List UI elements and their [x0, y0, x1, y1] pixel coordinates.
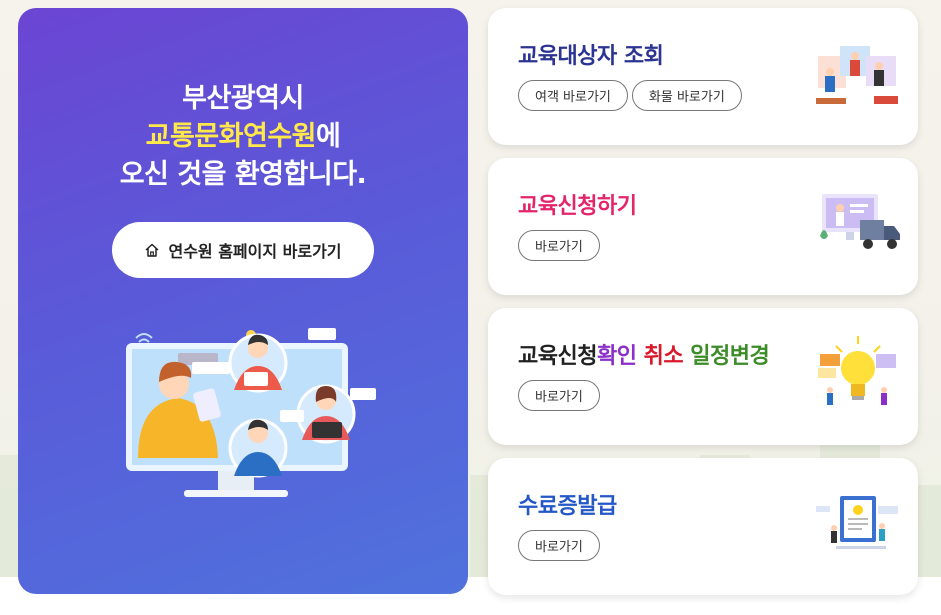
hero-title-line1: 부산광역시: [182, 83, 304, 114]
certificate-link-button[interactable]: 바로가기: [518, 530, 600, 561]
passenger-link-button[interactable]: 여객 바로가기: [518, 80, 628, 111]
lightbulb-icon: [818, 336, 896, 405]
cargo-link-button[interactable]: 화물 바로가기: [631, 80, 742, 111]
title-part-confirm: 확인: [596, 344, 637, 369]
certificate-icon: [816, 496, 898, 549]
home-icon: [145, 243, 159, 257]
online-education-illustration: [126, 328, 376, 497]
homepage-link-button[interactable]: 연수원 홈페이지 바로가기: [112, 222, 374, 278]
hero-title-highlight: 교통문화연수원: [145, 121, 317, 152]
card-apply-training[interactable]: 교육신청하기 바로가기: [488, 158, 918, 295]
card-trainee-lookup[interactable]: 교육대상자 조회 여객 바로가기 화물 바로가기: [488, 8, 918, 145]
card-confirm-cancel-reschedule[interactable]: 교육신청확인 취소 일정변경 바로가기: [488, 308, 918, 445]
apply-training-link-button[interactable]: 바로가기: [518, 230, 600, 261]
homepage-link-label: 연수원 홈페이지 바로가기: [168, 242, 342, 261]
card-apply-training-title: 교육신청하기: [518, 194, 637, 219]
card-certificate-issue-title: 수료증발급: [518, 494, 617, 519]
card-certificate-issue[interactable]: 수료증발급 바로가기: [488, 458, 918, 595]
hero-title-line3: 오신 것을 환영합니다.: [119, 159, 367, 190]
card-confirm-cancel-reschedule-title: 교육신청확인 취소 일정변경: [518, 338, 770, 370]
title-part-reschedule: 일정변경: [690, 344, 770, 369]
confirm-cancel-link-button[interactable]: 바로가기: [518, 380, 600, 411]
hero-title: 부산광역시 교통문화연수원에 오신 것을 환영합니다.: [18, 80, 468, 194]
delivery-truck-icon: [820, 194, 900, 249]
hero-title-suffix: 에: [316, 121, 341, 152]
title-part-apply: 교육신청: [518, 344, 597, 369]
welcome-hero-panel: 부산광역시 교통문화연수원에 오신 것을 환영합니다. 연수원 홈페이지 바로가…: [18, 8, 468, 594]
people-search-icon: [816, 46, 898, 104]
title-part-cancel: 취소: [643, 344, 684, 369]
card-trainee-lookup-title: 교육대상자 조회: [518, 44, 664, 69]
